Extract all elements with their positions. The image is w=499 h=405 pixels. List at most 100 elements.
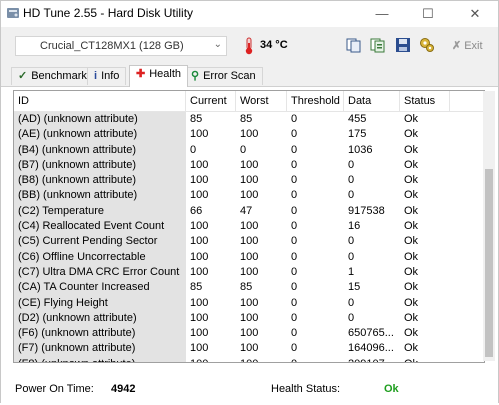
tab-bar: ✓ Benchmark i Info ✚ Health ⚲ Error Scan — [1, 65, 498, 87]
cell-worst: 100 — [236, 357, 287, 362]
cell-threshold: 0 — [291, 174, 298, 187]
cell-id: (BB) (unknown attribute) — [14, 188, 186, 204]
cell-worst: 85 — [240, 281, 253, 294]
cell-status: Ok — [404, 174, 419, 187]
cell-status: Ok — [404, 189, 419, 202]
table-row[interactable]: (BB) (unknown attribute) 100 100 0 0 Ok — [14, 188, 484, 204]
cell-status: Ok — [404, 327, 419, 340]
column-header-current[interactable]: Current — [186, 91, 236, 111]
smart-attributes-table[interactable]: ID Current Worst Threshold Data Status (… — [13, 90, 485, 363]
cell-id: (D2) (unknown attribute) — [14, 310, 186, 327]
maximize-icon: ☐ — [422, 6, 434, 21]
column-header-data[interactable]: Data — [344, 91, 400, 111]
cell-threshold: 0 — [291, 113, 298, 125]
cell-status: Ok — [400, 357, 450, 362]
cell-current: 66 — [190, 204, 203, 217]
cell-current: 100 — [190, 327, 209, 340]
save-icon[interactable] — [395, 37, 411, 53]
table-row[interactable]: (C5) Current Pending Sector 100 100 0 0 Ok — [14, 234, 484, 250]
window-title: HD Tune 2.55 - Hard Disk Utility — [23, 6, 194, 20]
status-footer: Power On Time: 4942 Health Status: Ok — [1, 375, 498, 405]
cell-worst: 47 — [240, 204, 253, 217]
copy-icon[interactable] — [346, 37, 362, 53]
cell-status: Ok — [404, 311, 419, 324]
maximize-button[interactable]: ☐ — [405, 1, 451, 26]
cell-id: (B7) (unknown attribute) — [14, 157, 186, 174]
cell-data: 16 — [348, 220, 361, 233]
column-header-status[interactable]: Status — [400, 91, 450, 111]
tab-health-label: Health — [149, 68, 182, 80]
cell-data: 1036 — [348, 143, 373, 156]
table-row[interactable]: (CA) TA Counter Increased 85 85 0 15 Ok — [14, 280, 484, 296]
chevron-down-icon: ⌄ — [213, 39, 222, 50]
health-panel: ID Current Worst Threshold Data Status (… — [1, 86, 498, 405]
table-row[interactable]: (D2) (unknown attribute) 100 100 0 0 Ok — [14, 310, 484, 327]
table-row[interactable]: (C6) Offline Uncorrectable 100 100 0 0 Ok — [14, 249, 484, 265]
scrollbar-thumb[interactable] — [485, 169, 493, 357]
tab-info[interactable]: i Info — [87, 67, 127, 85]
table-row[interactable]: (F8) (unknown attribute)1001000209107...… — [14, 356, 484, 362]
health-icon: ✚ — [136, 68, 146, 80]
cell-threshold: 0 — [291, 311, 298, 324]
cell-threshold: 0 — [291, 235, 298, 248]
cell-threshold: 0 — [291, 327, 298, 340]
cell-data: 15 — [348, 281, 361, 294]
cell-worst: 85 — [240, 113, 253, 125]
tab-benchmark[interactable]: ✓ Benchmark — [11, 67, 94, 85]
title-bar: HD Tune 2.55 - Hard Disk Utility — ☐ ✕ — [1, 1, 498, 26]
cell-threshold: 0 — [291, 128, 298, 141]
cell-status: Ok — [404, 158, 419, 171]
column-header-threshold[interactable]: Threshold — [287, 91, 344, 111]
drive-select-value: Crucial_CT128MX1 (128 GB) — [40, 40, 184, 52]
table-row[interactable]: (B7) (unknown attribute) 100 100 0 0 Ok — [14, 157, 484, 174]
cell-worst: 100 — [240, 174, 259, 187]
tab-info-label: Info — [101, 70, 120, 82]
tab-error-scan[interactable]: ⚲ Error Scan — [184, 67, 263, 85]
cell-threshold: 0 — [291, 265, 298, 278]
cell-id: (F7) (unknown attribute) — [14, 341, 186, 357]
table-row[interactable]: (B4) (unknown attribute) 0 0 0 1036 Ok — [14, 142, 484, 158]
error-scan-icon: ⚲ — [191, 70, 200, 82]
options-icon[interactable] — [419, 37, 435, 53]
benchmark-icon: ✓ — [18, 70, 28, 82]
cell-worst: 100 — [240, 235, 259, 248]
cell-status: Ok — [404, 113, 419, 125]
tab-health[interactable]: ✚ Health — [129, 65, 189, 87]
cell-status: Ok — [404, 143, 419, 156]
copy-info-icon[interactable] — [370, 37, 386, 53]
column-header-id[interactable]: ID — [14, 91, 186, 111]
minimize-button[interactable]: — — [359, 1, 405, 26]
cell-id: (B8) (unknown attribute) — [14, 173, 186, 189]
table-row[interactable]: (F7) (unknown attribute) 100 100 0 164096...… — [14, 341, 484, 357]
table-row[interactable]: (B8) (unknown attribute) 100 100 0 0 Ok — [14, 173, 484, 189]
drive-select[interactable]: Crucial_CT128MX1 (128 GB) ⌄ — [15, 36, 227, 56]
table-row[interactable]: (C7) Ultra DMA CRC Error Count 100 100 0 1 Ok — [14, 264, 484, 281]
table-row[interactable]: (CE) Flying Height 100 100 0 0 Ok — [14, 295, 484, 311]
cell-worst: 0 — [240, 143, 247, 156]
cell-threshold: 0 — [291, 158, 298, 171]
table-row[interactable]: (C4) Reallocated Event Count 100 100 0 16 Ok — [14, 219, 484, 235]
cell-status: Ok — [404, 220, 419, 233]
table-row[interactable]: (AD) (unknown attribute) 85 85 0 455 Ok — [14, 112, 484, 128]
cell-current: 85 — [190, 113, 203, 125]
power-on-time-label: Power On Time: — [15, 383, 94, 395]
cell-data: 209107... — [344, 357, 400, 362]
table-row[interactable]: (AE) (unknown attribute) 100 100 0 175 Ok — [14, 127, 484, 143]
cell-current: 100 — [190, 342, 209, 355]
cell-threshold: 0 — [291, 220, 298, 233]
thermometer-icon — [245, 37, 253, 55]
exit-button[interactable]: ✗ Exit — [452, 39, 483, 52]
column-header-worst[interactable]: Worst — [236, 91, 287, 111]
cell-id: (C6) Offline Uncorrectable — [14, 249, 186, 265]
table-row[interactable]: (C2) Temperature 66 47 0 917538 Ok — [14, 203, 484, 220]
vertical-scrollbar[interactable] — [483, 91, 495, 361]
table-row[interactable]: (F6) (unknown attribute) 100 100 0 650765...… — [14, 326, 484, 342]
exit-icon: ✗ — [452, 40, 462, 52]
tab-benchmark-label: Benchmark — [31, 70, 87, 82]
cell-worst: 100 — [240, 189, 259, 202]
cell-current: 0 — [190, 143, 197, 156]
close-button[interactable]: ✕ — [452, 1, 498, 26]
cell-data: 1 — [348, 265, 355, 278]
cell-worst: 100 — [240, 311, 259, 324]
cell-current: 100 — [190, 311, 209, 324]
